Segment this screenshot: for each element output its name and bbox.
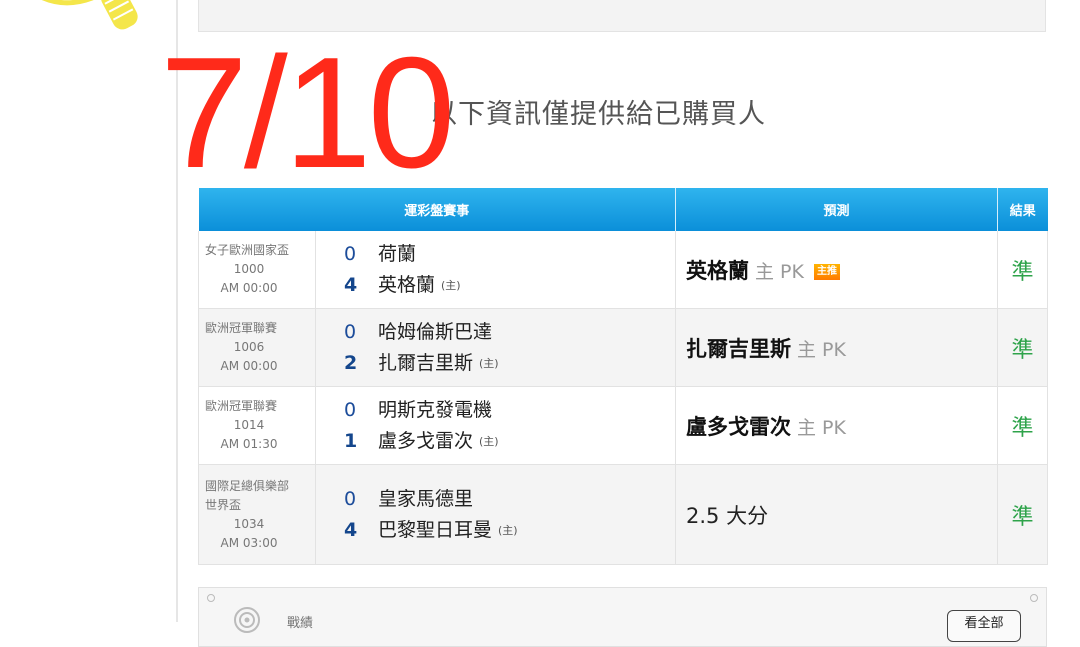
away-score: 0 [344,242,357,265]
home-team: 盧多戈雷次 [378,429,474,452]
league-name: 歐洲冠軍聯賽 [205,321,278,335]
home-mark: (主) [498,523,518,537]
header-events: 運彩盤賽事 [198,188,677,231]
top-info-box [198,0,1046,32]
away-team: 皇家馬德里 [378,487,474,510]
prediction-detail: 主 PK [797,416,846,439]
home-score: 2 [344,351,358,374]
home-score: 4 [344,518,358,541]
game-time: AM 00:00 [220,281,278,295]
home-mark: (主) [479,434,499,448]
home-score: 1 [344,429,358,452]
teams-cell: 0 皇家馬德里 4 巴黎聖日耳曼 (主) [315,464,677,565]
result-cell: 準 [997,464,1049,565]
prediction-team: 英格蘭 [686,258,750,283]
away-team: 荷蘭 [378,242,417,265]
league-name: 女子歐洲國家盃 [205,243,290,257]
home-team: 英格蘭 [378,273,436,296]
game-number: 1006 [233,340,265,354]
away-score: 0 [344,320,357,343]
corner-dot-icon [207,594,215,602]
game-time: AM 01:30 [220,437,278,451]
home-team: 扎爾吉里斯 [378,351,474,374]
result-cell: 準 [997,386,1049,465]
top-pick-badge: 主推 [813,263,840,280]
overlay-hit-count: 7/10 [160,25,456,201]
prediction-cell: 盧多戈雷次主 PK [675,386,999,465]
away-score: 0 [344,487,357,510]
home-score: 4 [344,273,358,296]
league-cell: 女子歐洲國家盃 1000 AM 00:00 [198,231,316,309]
corner-dot-icon [1030,594,1038,602]
result-cell: 準 [997,231,1049,309]
view-all-button[interactable]: 看全部 [947,610,1021,642]
result-cell: 準 [997,308,1049,387]
header-prediction: 預測 [675,188,999,231]
lightbulb-icon [41,0,138,30]
league-cell: 歐洲冠軍聯賽 1014 AM 01:30 [198,386,316,465]
table-row: 歐洲冠軍聯賽 1014 AM 01:30 0 明斯克發電機 1 盧多戈雷次 (主) 盧… [198,386,1049,465]
table-row: 女子歐洲國家盃 1000 AM 00:00 0 荷蘭 4 英格蘭 (主) 英格蘭主 P… [198,231,1049,309]
league-cell: 國際足總俱樂部 世界盃 1034 AM 03:00 [198,464,316,565]
league-cell: 歐洲冠軍聯賽 1006 AM 00:00 [198,308,316,387]
game-time: AM 00:00 [220,359,278,373]
section-title: 以下資訊僅提供給已購買人 [430,99,766,130]
table-row: 國際足總俱樂部 世界盃 1034 AM 03:00 0 皇家馬德里 4 巴黎聖日耳曼… [198,464,1049,565]
prediction-total: 2.5 大分 [686,503,769,528]
prediction-detail: 主 PK [755,260,804,283]
left-divider [176,0,178,622]
prediction-detail: 主 PK [797,338,846,361]
game-number: 1000 [233,262,265,276]
home-team: 巴黎聖日耳曼 [378,518,493,541]
league-name: 國際足總俱樂部 [205,478,290,493]
league-name-line2: 世界盃 [205,497,242,512]
record-icon [234,607,260,633]
teams-cell: 0 哈姆倫斯巴達 2 扎爾吉里斯 (主) [315,308,677,387]
league-name: 歐洲冠軍聯賽 [205,399,278,413]
record-panel: 戰績 看全部 [198,587,1047,647]
away-team: 明斯克發電機 [378,398,493,421]
prediction-cell: 2.5 大分 [675,464,999,565]
teams-cell: 0 明斯克發電機 1 盧多戈雷次 (主) [315,386,677,465]
prediction-cell: 扎爾吉里斯主 PK [675,308,999,387]
home-mark: (主) [479,356,499,370]
prediction-team: 扎爾吉里斯 [686,336,792,361]
away-team: 哈姆倫斯巴達 [378,320,493,343]
prediction-cell: 英格蘭主 PK 主推 [675,231,999,309]
table-row: 歐洲冠軍聯賽 1006 AM 00:00 0 哈姆倫斯巴達 2 扎爾吉里斯 (主) 扎… [198,308,1049,387]
game-time: AM 03:00 [220,535,278,550]
prediction-team: 盧多戈雷次 [686,414,792,439]
teams-cell: 0 荷蘭 4 英格蘭 (主) [315,231,677,309]
header-result: 結果 [997,188,1048,231]
home-mark: (主) [441,278,461,292]
away-score: 0 [344,398,357,421]
predictions-table: 運彩盤賽事 預測 結果 女子歐洲國家盃 1000 AM 00:00 0 荷蘭 4英… [198,188,1049,565]
game-number: 1014 [233,418,265,432]
game-number: 1034 [233,516,265,531]
table-header-row: 運彩盤賽事 預測 結果 [198,188,1048,231]
